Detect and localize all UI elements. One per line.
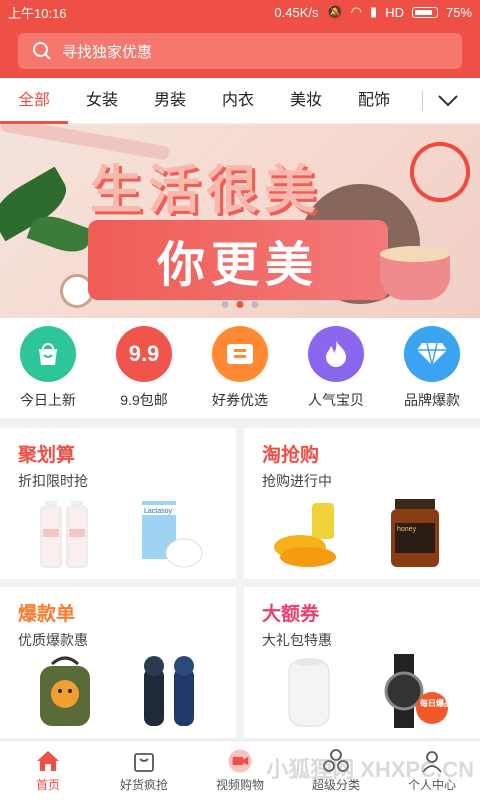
nine-nine-icon: 9.9 [116, 326, 172, 382]
shopping-bag-icon [20, 326, 76, 382]
product-humidifier-image [272, 654, 346, 728]
card-juhuasuan[interactable]: 聚划算 折扣限时抢 Lactasoy [0, 428, 236, 579]
product-mango-image [272, 495, 346, 569]
tab-mens[interactable]: 男装 [136, 78, 204, 124]
card-dae-quan[interactable]: 大额券 大礼包特惠 每日爆品 [244, 587, 480, 738]
entry-label: 9.9包邮 [120, 392, 168, 408]
diamond-icon [404, 326, 460, 382]
tab-accessories[interactable]: 配饰 [340, 78, 408, 124]
card-title: 聚划算 [18, 445, 76, 466]
product-bottles-image [28, 495, 102, 569]
battery-icon [411, 6, 438, 18]
card-products [12, 654, 224, 728]
carousel-dot-active[interactable] [236, 301, 244, 308]
honey-brand-label: honey [397, 526, 417, 533]
wifi-icon: ◠ [350, 4, 363, 19]
cup-image [380, 246, 450, 300]
daily-hot-badge: 每日爆品 [420, 698, 452, 708]
card-subtitle: 大礼包特惠 [262, 632, 332, 648]
search-bar[interactable]: 寻找独家优惠 [18, 33, 462, 69]
card-title: 爆款单 [18, 604, 76, 625]
video-icon [226, 748, 254, 774]
entry-new-today[interactable]: 今日上新 [0, 326, 96, 410]
card-products: 每日爆品 [256, 654, 468, 728]
network-speed: 0.45K/s [274, 4, 319, 20]
bag-icon [130, 748, 158, 774]
carousel-dots [221, 301, 259, 308]
card-baokuandan[interactable]: 爆款单 优质爆款惠 [0, 587, 236, 738]
nav-label: 视频购物 [215, 778, 264, 792]
entry-free-shipping[interactable]: 9.9 9.9包邮 [96, 326, 192, 410]
tab-beauty[interactable]: 美妆 [272, 78, 340, 124]
nav-home[interactable]: 首页 [0, 741, 96, 800]
product-milk-image: Lactasoy [134, 495, 208, 569]
nav-label: 首页 [35, 778, 60, 792]
battery-level: 75% [445, 4, 472, 20]
nav-label: 好货疯抢 [119, 778, 168, 792]
search-icon [33, 42, 51, 60]
promo-banner[interactable]: 生活很美 你更美 [0, 124, 480, 318]
flame-icon [308, 326, 364, 382]
entry-coupons[interactable]: 好券优选 [192, 326, 288, 410]
product-shaver-image [134, 654, 208, 728]
watermark: 小狐狸网 XHXPC.CN [266, 757, 474, 782]
header: 寻找独家优惠 [0, 24, 480, 78]
quick-entry-row: 今日上新 9.9 9.9包邮 好券优选 人气宝贝 品牌爆款 [0, 318, 480, 418]
chevron-down-icon [438, 94, 458, 106]
card-products: Lactasoy [12, 495, 224, 569]
expand-tabs-button[interactable] [423, 94, 473, 108]
entry-brands[interactable]: 品牌爆款 [384, 326, 480, 410]
entry-label: 好券优选 [212, 392, 268, 408]
search-placeholder: 寻找独家优惠 [62, 43, 153, 61]
signal-icon: ▮ [370, 4, 378, 19]
mute-icon: 🔕 [326, 4, 343, 19]
entry-label: 品牌爆款 [404, 392, 460, 408]
home-icon [34, 748, 62, 774]
card-subtitle: 抢购进行中 [262, 473, 332, 489]
status-right: 0.45K/s 🔕 ◠ ▮ HD 75% [274, 4, 472, 20]
entry-label: 今日上新 [20, 392, 76, 408]
milk-brand-label: Lactasoy [144, 508, 173, 515]
card-products: honey [256, 495, 468, 569]
tab-underwear[interactable]: 内衣 [204, 78, 272, 124]
category-tabs: 全部 女装 男装 内衣 美妆 配饰 [0, 78, 480, 124]
carousel-dot[interactable] [251, 301, 259, 308]
promo-grid: 聚划算 折扣限时抢 Lactasoy 淘抢购 抢购进行中 honey 爆款单 优… [0, 428, 480, 738]
banner-plate: 你更美 [88, 220, 388, 300]
card-title: 大额券 [262, 604, 320, 625]
card-taoqianggou[interactable]: 淘抢购 抢购进行中 honey [244, 428, 480, 579]
status-bar: 上午10:16 0.45K/s 🔕 ◠ ▮ HD 75% [0, 0, 480, 24]
entry-label: 人气宝贝 [308, 392, 364, 408]
banner-subline: 你更美 [156, 239, 319, 292]
scribble-decor [401, 133, 479, 211]
network-type: HD [385, 4, 404, 20]
tab-womens[interactable]: 女装 [68, 78, 136, 124]
card-subtitle: 折扣限时抢 [18, 473, 88, 489]
card-subtitle: 优质爆款惠 [18, 632, 88, 648]
banner-headline: 生活很美 [90, 162, 323, 220]
card-title: 淘抢购 [262, 445, 320, 466]
coupon-icon [212, 326, 268, 382]
entry-popular[interactable]: 人气宝贝 [288, 326, 384, 410]
product-honey-image: honey [378, 495, 452, 569]
carousel-dot[interactable] [221, 301, 229, 308]
nav-hot-deals[interactable]: 好货疯抢 [96, 741, 192, 800]
status-time: 上午10:16 [8, 5, 67, 21]
product-watch-image: 每日爆品 [378, 654, 452, 728]
tab-all[interactable]: 全部 [0, 78, 68, 124]
product-backpack-image [28, 654, 102, 728]
